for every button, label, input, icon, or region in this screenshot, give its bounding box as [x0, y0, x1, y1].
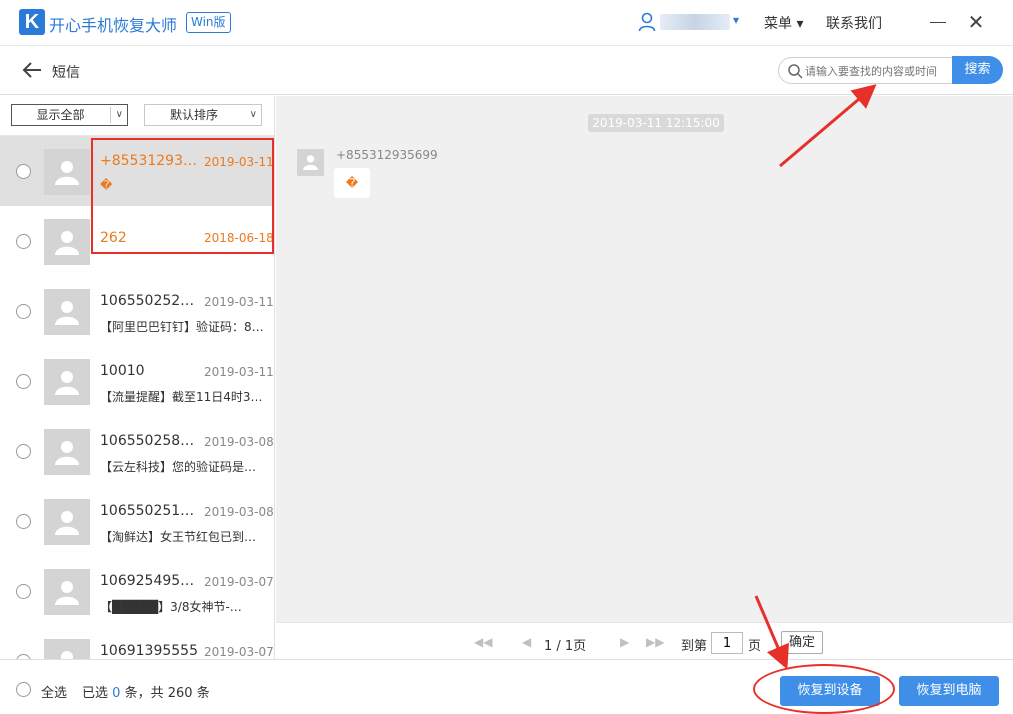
search-box: [778, 57, 953, 84]
search-button[interactable]: 搜索: [952, 56, 1003, 84]
sort-label: 默认排序: [169, 108, 218, 122]
sort-select[interactable]: 默认排序 ∨: [144, 104, 262, 126]
row-radio[interactable]: [16, 444, 31, 459]
search-input[interactable]: [805, 62, 951, 80]
contact-avatar-icon: [44, 429, 90, 475]
show-filter-select[interactable]: 显示全部 ∨: [11, 104, 128, 126]
conversation-timestamp: 2019-03-11 12:15:00: [588, 114, 724, 132]
list-item[interactable]: 10655025160… 2019-03-08 【淘鲜达】女王节红包已到…: [0, 486, 274, 556]
restore-to-device-button[interactable]: 恢复到设备: [780, 676, 880, 706]
row-radio[interactable]: [16, 234, 31, 249]
contact-avatar-icon: [44, 219, 90, 265]
search-icon: [788, 64, 803, 79]
message-date: 2019-03-07: [204, 645, 274, 659]
message-list: +8553129356… 2019-03-11 � 262 2018-06-18…: [0, 136, 274, 659]
contact-avatar-icon: [44, 499, 90, 545]
contact-avatar-icon: [44, 149, 90, 195]
page-info: 1 / 1页: [544, 639, 587, 654]
message-bubble: �: [334, 168, 370, 198]
conversation-panel: 2019-03-11 12:15:00 +855312935699 �: [276, 96, 1013, 622]
list-item[interactable]: +8553129356… 2019-03-11 �: [0, 136, 274, 206]
minimize-icon[interactable]: [930, 22, 946, 23]
message-sender: +8553129356…: [100, 153, 200, 169]
chevron-down-icon: ∨: [249, 109, 257, 120]
page-unit-label: 页: [748, 639, 762, 654]
conversation-sender: +855312935699: [336, 148, 438, 162]
message-preview: 【█████】3/8女神节-…: [100, 600, 242, 614]
total-count: 260: [167, 686, 193, 701]
next-page-icon[interactable]: ▶: [620, 635, 629, 649]
chevron-down-icon: ∨: [115, 109, 123, 120]
select-all-radio[interactable]: [16, 682, 31, 697]
total-suffix: 条: [196, 686, 210, 701]
selected-count: 0: [112, 686, 121, 701]
message-preview: 【阿里巴巴钉钉】验证码：8…: [100, 320, 264, 334]
sender-avatar-icon: [297, 149, 324, 176]
message-sender: 10010: [100, 363, 145, 379]
app-logo-icon: K: [19, 9, 45, 35]
message-date: 2019-03-07: [204, 575, 274, 589]
edition-badge: Win版: [186, 12, 231, 33]
filter-bar: 显示全部 ∨ 默认排序 ∨: [0, 96, 274, 136]
message-sender: 10655025230…: [100, 293, 200, 309]
goto-label: 到第: [681, 639, 708, 654]
row-radio[interactable]: [16, 304, 31, 319]
message-preview: 【淘鲜达】女王节红包已到…: [100, 530, 257, 544]
page-number-input[interactable]: [711, 632, 743, 654]
contact-avatar-icon: [44, 289, 90, 335]
list-item[interactable]: 10691395555 2019-03-07: [0, 626, 274, 659]
list-item[interactable]: 262 2018-06-18: [0, 206, 274, 276]
show-filter-label: 显示全部: [36, 108, 85, 122]
list-item[interactable]: 10010 2019-03-11 【流量提醒】截至11日4时35…: [0, 346, 274, 416]
message-date: 2019-03-11: [204, 365, 274, 379]
message-date: 2019-03-11: [204, 295, 274, 309]
message-sender: 262: [100, 230, 127, 246]
select-divider: [110, 107, 111, 123]
title-bar: K 开心手机恢复大师 Win版 ▾ 菜单 ▾ 联系我们 ✕: [0, 0, 1013, 46]
footer-bar: 全选 已选 0 条，共 260 条 恢复到设备 恢复到电脑: [0, 659, 1013, 714]
contact-avatar-icon: [44, 569, 90, 615]
message-preview: 【云左科技】您的验证码是…: [100, 460, 257, 474]
message-list-panel: 显示全部 ∨ 默认排序 ∨ +8553129356… 2019-03-11 � …: [0, 96, 275, 659]
message-sender: 10655025160…: [100, 503, 200, 519]
menu-button[interactable]: 菜单 ▾: [764, 13, 803, 33]
row-radio[interactable]: [16, 374, 31, 389]
pagination: ◀◀ ◀ 1 / 1页 ▶ ▶▶ 到第 页 确定: [276, 622, 1013, 659]
goto-confirm-button[interactable]: 确定: [781, 631, 823, 654]
row-radio[interactable]: [16, 584, 31, 599]
close-icon[interactable]: ✕: [966, 12, 986, 32]
selected-mid: 条，共: [124, 686, 164, 701]
message-date: 2019-03-08: [204, 435, 274, 449]
message-date: 2018-06-18: [204, 231, 274, 245]
app-title: 开心手机恢复大师: [49, 16, 178, 35]
contact-avatar-icon: [44, 359, 90, 405]
user-name-blurred[interactable]: [660, 14, 730, 30]
list-item[interactable]: 10692549589… 2019-03-07 【█████】3/8女神节-…: [0, 556, 274, 626]
contact-us-link[interactable]: 联系我们: [826, 13, 882, 33]
contact-avatar-icon: [44, 639, 90, 659]
list-item[interactable]: 10655025804… 2019-03-08 【云左科技】您的验证码是…: [0, 416, 274, 486]
message-sender: 10692549589…: [100, 573, 200, 589]
message-preview: �: [100, 178, 113, 192]
message-date: 2019-03-11: [204, 155, 274, 169]
row-radio[interactable]: [16, 164, 31, 179]
prev-page-icon[interactable]: ◀: [522, 635, 531, 649]
first-page-icon[interactable]: ◀◀: [474, 635, 492, 649]
page-title: 短信: [52, 65, 80, 81]
page-header: 短信 搜索: [0, 47, 1013, 95]
back-arrow-icon[interactable]: [22, 61, 42, 79]
message-sender: 10655025804…: [100, 433, 200, 449]
message-date: 2019-03-08: [204, 505, 274, 519]
selected-prefix: 已选: [82, 686, 109, 701]
list-item[interactable]: 10655025230… 2019-03-11 【阿里巴巴钉钉】验证码：8…: [0, 276, 274, 346]
restore-to-pc-button[interactable]: 恢复到电脑: [899, 676, 999, 706]
row-radio[interactable]: [16, 514, 31, 529]
select-all-label[interactable]: 全选: [41, 682, 67, 701]
user-dropdown-icon[interactable]: ▾: [733, 13, 739, 27]
message-preview: 【流量提醒】截至11日4时35…: [100, 390, 268, 404]
selection-counter: 已选 0 条，共 260 条: [82, 682, 210, 701]
message-sender: 10691395555: [100, 643, 198, 659]
last-page-icon[interactable]: ▶▶: [646, 635, 664, 649]
user-icon[interactable]: [638, 12, 656, 32]
